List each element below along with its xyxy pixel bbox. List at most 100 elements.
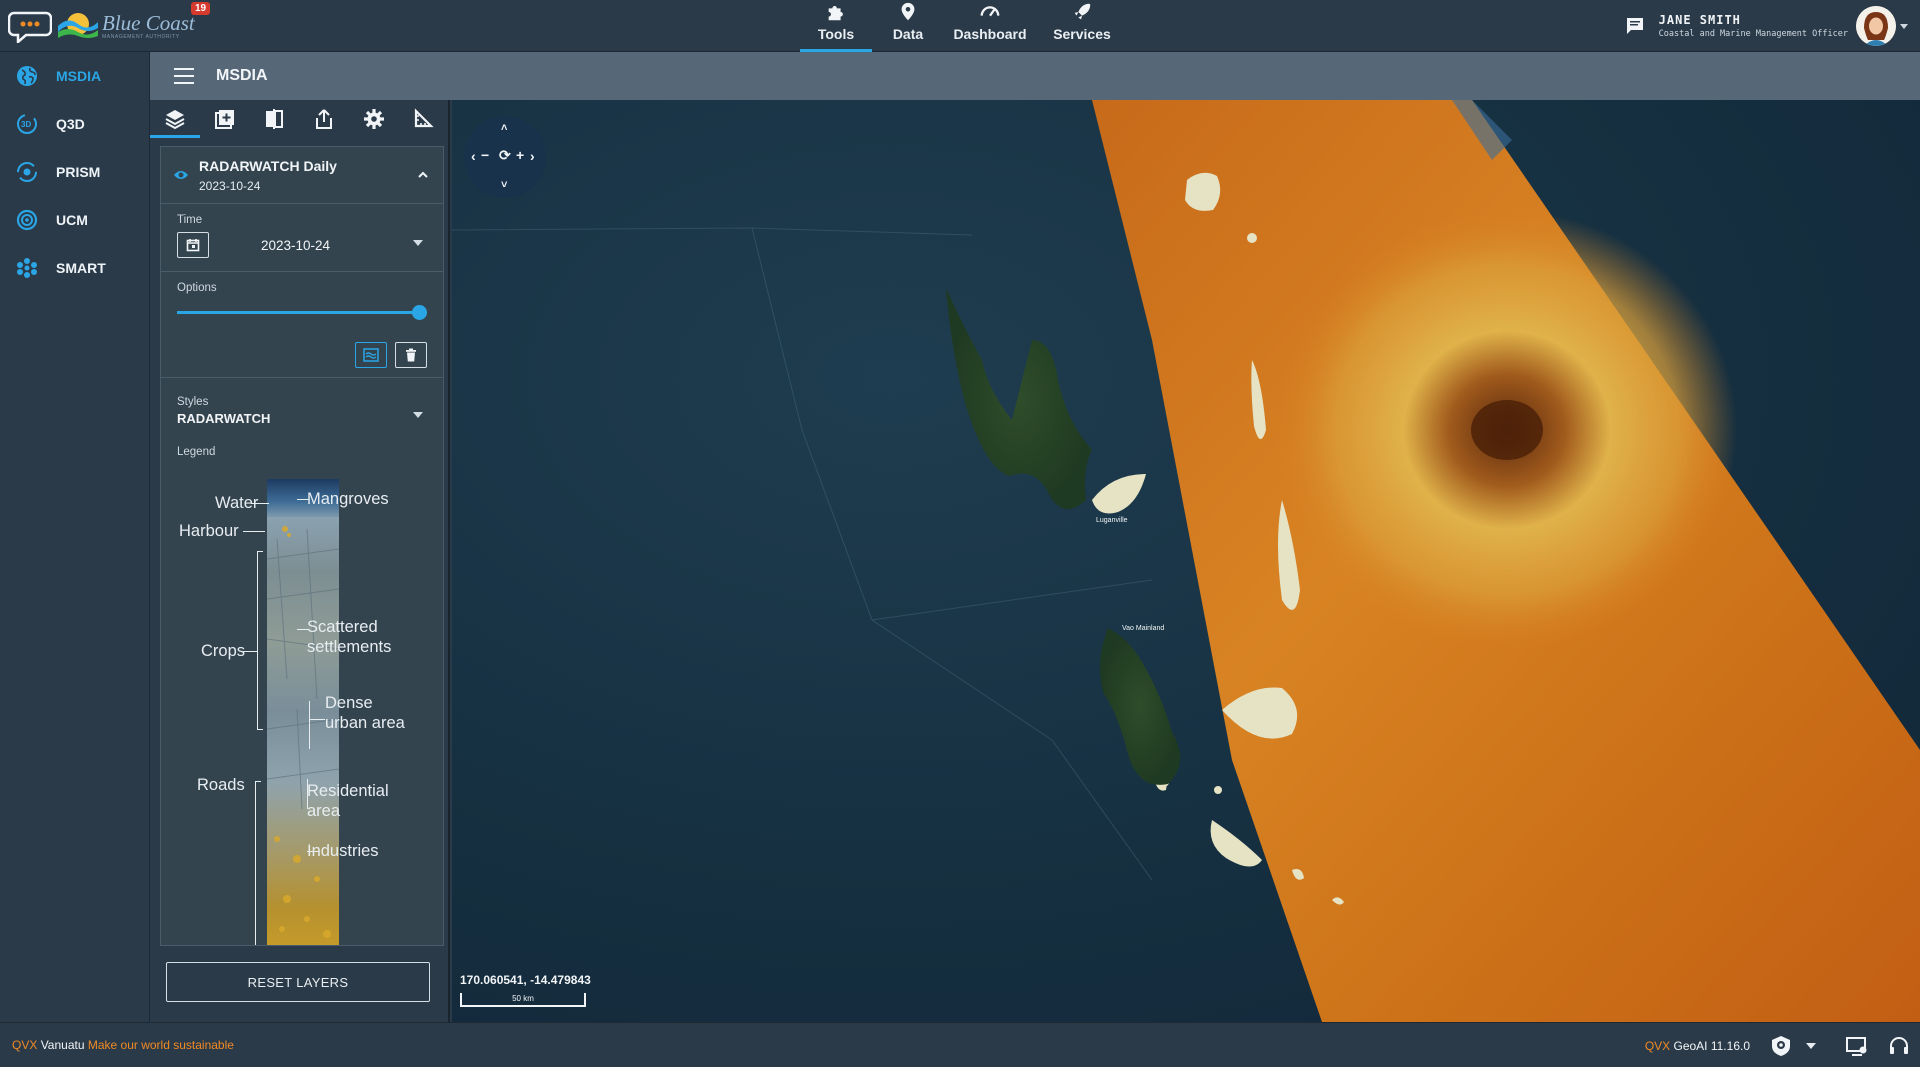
chevron-down-icon[interactable] (1900, 23, 1908, 29)
slider-handle[interactable] (412, 305, 427, 320)
tab-compare[interactable] (249, 100, 299, 138)
layer-metadata-button[interactable] (355, 342, 387, 368)
gauge-icon (980, 6, 1000, 17)
nav-data-label: Data (892, 26, 924, 42)
chevron-down-icon[interactable] (1806, 1042, 1816, 1049)
time-select-value[interactable]: 2023-10-24 (261, 238, 330, 253)
tab-settings[interactable] (349, 100, 399, 138)
chat-bubble-logo-icon (8, 11, 52, 43)
delete-layer-button[interactable] (395, 342, 427, 368)
3d-icon: 3D (17, 114, 37, 134)
pan-down-icon[interactable]: ˅ (501, 178, 507, 192)
nav-dashboard[interactable]: Dashboard (944, 0, 1036, 52)
sidebar-item-ucm[interactable]: UCM (0, 196, 149, 244)
legend-image: Water Harbour Crops Roads Mangroves Scat… (161, 479, 443, 945)
puzzle-icon (828, 6, 843, 21)
map-pin-icon (901, 2, 915, 21)
legend-mangroves: Mangroves (307, 490, 389, 508)
avatar[interactable] (1856, 6, 1896, 46)
footer-version: GeoAI 11.16.0 (1673, 1038, 1751, 1053)
shield-settings-icon[interactable] (1770, 1035, 1792, 1057)
legend-roads: Roads (197, 776, 245, 794)
nav-data[interactable]: Data (872, 0, 944, 52)
legend-harbour: Harbour (179, 522, 239, 540)
reset-layers-button[interactable]: RESET LAYERS (166, 962, 430, 1002)
cursor-coordinates: 170.060541, -14.479843 (460, 973, 591, 987)
pan-up-icon[interactable]: ˄ (501, 121, 507, 135)
subheader: MSDIA (150, 52, 1920, 100)
sidebar: MSDIA 3D Q3D PRISM UCM SMART (0, 52, 150, 1022)
globe-icon (17, 66, 37, 86)
wave-logo-icon (58, 13, 98, 38)
measure-icon (415, 108, 434, 128)
map-view[interactable]: Luganville Vao Mainland ˄ ‹ − ⟳ + › ˅ 17… (452, 100, 1920, 1022)
options-label: Options (177, 282, 217, 294)
map-label-vao: Vao Mainland (1122, 625, 1164, 632)
tab-share[interactable] (299, 100, 349, 138)
pan-right-icon[interactable]: › (530, 149, 535, 163)
tab-measure[interactable] (398, 100, 448, 138)
layer-date: 2023-10-24 (199, 178, 261, 193)
map-canvas[interactable]: Luganville Vao Mainland (452, 100, 1920, 1022)
layer-header[interactable]: RADARWATCH Daily 2023-10-24 (161, 147, 443, 204)
legend-dense-urban-area: Dense urban area (325, 694, 405, 732)
opacity-slider[interactable] (177, 302, 427, 322)
zoom-out-icon[interactable]: − (481, 148, 489, 162)
user-menu[interactable]: JANE SMITH Coastal and Marine Management… (1625, 4, 1908, 48)
sidebar-item-label: UCM (56, 212, 88, 228)
footer-slogan-text: Make our world sustainable (87, 1038, 234, 1052)
calendar-button[interactable] (177, 232, 209, 258)
eye-icon[interactable] (173, 167, 189, 183)
legend-crops: Crops (201, 642, 246, 660)
footer-slogan: QVX Vanuatu Make our world sustainable (12, 1038, 234, 1052)
chevron-down-icon[interactable] (413, 412, 423, 418)
svg-text:3D: 3D (21, 120, 31, 129)
footer-brand: QVX (12, 1038, 38, 1052)
tab-layers[interactable] (150, 100, 200, 138)
sidebar-item-label: SMART (56, 260, 106, 276)
reset-rotation-icon[interactable]: ⟳ (499, 148, 511, 162)
sidebar-item-label: MSDIA (56, 68, 102, 84)
options-section: Options (161, 272, 443, 378)
sidebar-item-prism[interactable]: PRISM (0, 148, 149, 196)
styles-label: Styles (177, 396, 209, 408)
smart-icon (17, 258, 37, 278)
scale-bar: 50 km (460, 993, 586, 1007)
add-layer-icon (214, 110, 234, 129)
rocket-icon (1074, 3, 1091, 20)
legend-residential-area: Residential area (307, 782, 389, 820)
image-layer-icon (363, 348, 379, 362)
chevron-down-icon[interactable] (413, 240, 423, 246)
nav-services[interactable]: Services (1036, 0, 1128, 52)
time-section: Time 2023-10-24 (161, 204, 443, 272)
sidebar-item-q3d[interactable]: 3D Q3D (0, 100, 149, 148)
menu-icon[interactable] (174, 68, 194, 84)
user-role: Coastal and Marine Management Officer (1658, 29, 1848, 39)
sidebar-item-label: Q3D (56, 116, 85, 132)
legend-label: Legend (177, 446, 216, 458)
scale-label: 50 km (512, 994, 534, 1003)
nav-services-label: Services (1053, 26, 1111, 42)
top-navigation: Tools Data Dashboard Services (800, 0, 1128, 52)
pan-left-icon[interactable]: ‹ (471, 149, 476, 163)
layer-card: RADARWATCH Daily 2023-10-24 Time 2023-10… (160, 146, 444, 946)
notification-badge[interactable]: 19 (191, 2, 211, 15)
chevron-up-icon[interactable] (417, 169, 429, 181)
brand-logo[interactable]: Blue Coast MANAGEMENT AUTHORITY (8, 6, 195, 46)
panel-toolbar (150, 100, 448, 138)
zoom-in-icon[interactable]: + (516, 148, 524, 162)
styles-select-value[interactable]: RADARWATCH (177, 411, 427, 426)
ucm-icon (16, 209, 38, 231)
nav-tools[interactable]: Tools (800, 0, 872, 52)
map-navigation-control[interactable]: ˄ ‹ − ⟳ + › ˅ (464, 116, 546, 198)
sidebar-item-msdia[interactable]: MSDIA (0, 52, 149, 100)
legend-water: Water (215, 494, 259, 512)
headset-icon[interactable] (1888, 1035, 1910, 1057)
sidebar-item-smart[interactable]: SMART (0, 244, 149, 292)
slider-track (177, 311, 421, 314)
screen-settings-icon[interactable] (1846, 1035, 1868, 1057)
message-icon[interactable] (1625, 16, 1645, 36)
nav-dashboard-label: Dashboard (953, 26, 1027, 42)
page-title: MSDIA (216, 67, 268, 84)
tab-add-layer[interactable] (200, 100, 250, 138)
